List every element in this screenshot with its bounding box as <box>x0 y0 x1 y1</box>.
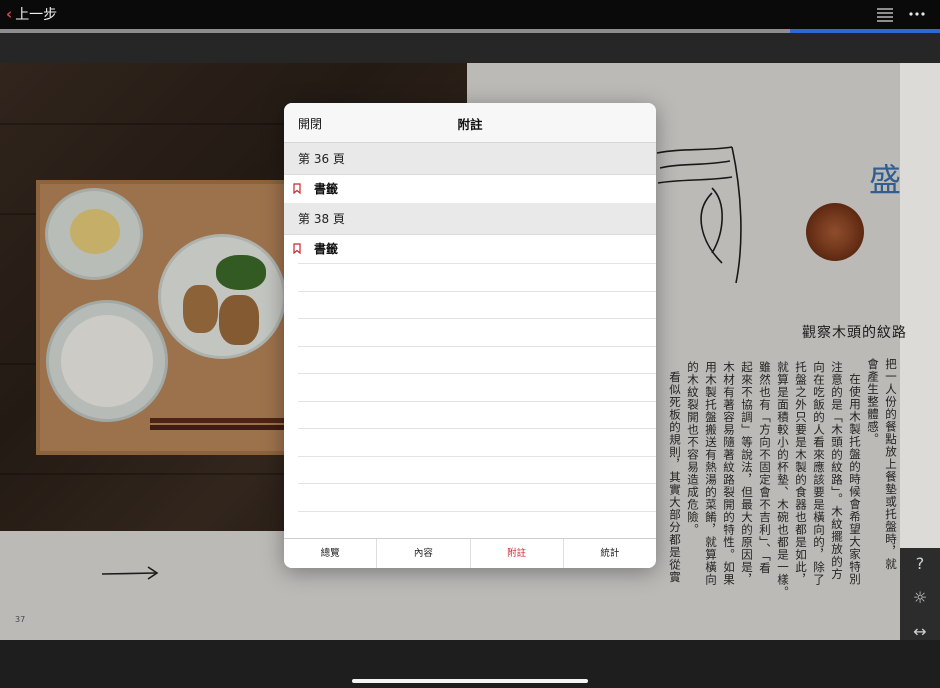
list-icon[interactable] <box>874 5 896 23</box>
list-separator <box>298 346 656 347</box>
tab-overview[interactable]: 總覽 <box>284 539 378 568</box>
bookmark-item[interactable]: 書籤 <box>284 235 656 263</box>
chevron-left-icon: ‹ <box>6 4 13 23</box>
annotations-popover: 開閉 附註 第 36 頁 書籤 第 38 頁 書籤 總覽 內容 附註 統計 <box>284 103 656 568</box>
help-icon[interactable]: ? <box>908 552 932 576</box>
list-separator <box>298 291 656 292</box>
list-separator <box>298 511 656 512</box>
back-label: 上一步 <box>15 7 58 23</box>
bookmark-icon <box>293 183 301 194</box>
list-separator <box>298 373 656 374</box>
brightness-icon[interactable]: ☼ <box>908 586 932 610</box>
popover-tab-bar: 總覽 內容 附註 統計 <box>284 538 656 568</box>
list-separator <box>298 456 656 457</box>
back-button[interactable]: ‹ 上一步 <box>6 4 57 24</box>
tab-contents[interactable]: 內容 <box>377 539 471 568</box>
list-separator <box>298 428 656 429</box>
bookmark-icon <box>293 243 301 254</box>
header-strip <box>0 33 940 63</box>
list-separator <box>298 401 656 402</box>
tab-annotations[interactable]: 附註 <box>471 539 564 568</box>
bookmark-label: 書籤 <box>314 182 339 196</box>
list-separator <box>298 483 656 484</box>
page-section-header: 第 38 頁 <box>284 203 656 235</box>
home-indicator[interactable] <box>352 679 588 683</box>
popover-title: 附註 <box>457 117 483 132</box>
list-separator <box>298 263 656 264</box>
bookmark-label: 書籤 <box>314 242 339 256</box>
page-section-header: 第 36 頁 <box>284 143 656 175</box>
list-separator <box>298 318 656 319</box>
popover-header: 開閉 附註 <box>284 103 656 143</box>
top-bar: ‹ 上一步 <box>0 0 940 29</box>
tab-statistics[interactable]: 統計 <box>564 539 656 568</box>
reader-screen: ‹ 上一步 37 盛 觀察木頭的紋路 把一人份的餐點放上餐墊或托盤時，就 會產生… <box>0 0 940 688</box>
bookmark-item[interactable]: 書籤 <box>284 175 656 203</box>
more-icon[interactable] <box>906 5 928 23</box>
